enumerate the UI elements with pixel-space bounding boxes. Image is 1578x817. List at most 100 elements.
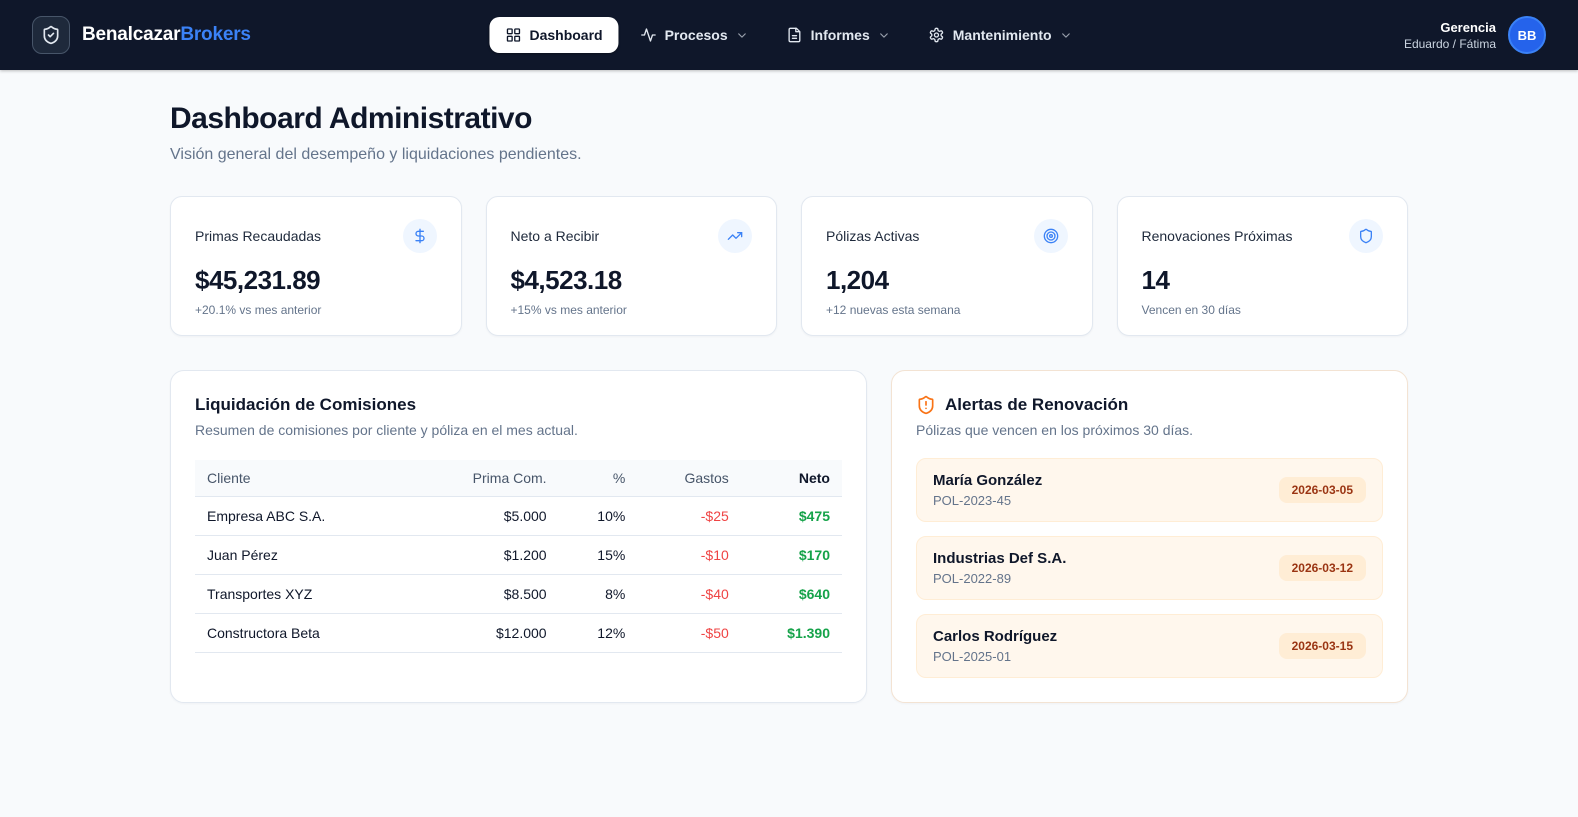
cell-neto: $1.390 <box>741 614 842 653</box>
chevron-down-icon <box>1060 29 1073 42</box>
alert-policy-number: POL-2025-01 <box>933 649 1057 664</box>
alert-client-name: María González <box>933 472 1042 489</box>
stats-row: Primas Recaudadas $45,231.89 +20.1% vs m… <box>170 196 1408 336</box>
stat-card-neto: Neto a Recibir $4,523.18 +15% vs mes ant… <box>486 196 778 336</box>
alert-date-badge: 2026-03-05 <box>1279 477 1366 503</box>
shield-alert-icon <box>916 395 936 415</box>
cell-cliente: Empresa ABC S.A. <box>195 497 410 536</box>
nav-item-mantenimiento[interactable]: Mantenimiento <box>913 17 1089 53</box>
cell-pct: 12% <box>559 614 638 653</box>
stat-label: Pólizas Activas <box>826 228 919 244</box>
user-meta: Gerencia Eduardo / Fátima <box>1404 20 1496 51</box>
col-header-pct: % <box>559 460 638 497</box>
top-navbar: BenalcazarBrokers Dashboard Procesos <box>0 0 1578 70</box>
col-header-neto: Neto <box>741 460 842 497</box>
alert-policy-number: POL-2022-89 <box>933 571 1066 586</box>
brand-name: BenalcazarBrokers <box>82 24 251 46</box>
nav-label-mantenimiento: Mantenimiento <box>953 27 1052 43</box>
main-nav: Dashboard Procesos Informes <box>489 17 1088 53</box>
stat-note: +20.1% vs mes anterior <box>195 303 437 317</box>
stat-value: 1,204 <box>826 265 1068 296</box>
table-row: Juan Pérez $1.200 15% -$10 $170 <box>195 536 842 575</box>
alert-date-badge: 2026-03-12 <box>1279 555 1366 581</box>
chevron-down-icon <box>878 29 891 42</box>
shield-check-icon <box>41 25 61 45</box>
user-area: Gerencia Eduardo / Fátima BB <box>1404 16 1546 54</box>
main-content: Dashboard Administrativo Visión general … <box>170 70 1408 703</box>
alerts-subtitle: Pólizas que vencen en los próximos 30 dí… <box>916 422 1383 438</box>
stat-card-primas: Primas Recaudadas $45,231.89 +20.1% vs m… <box>170 196 462 336</box>
trending-up-icon <box>718 219 752 253</box>
page-title: Dashboard Administrativo <box>170 102 1408 136</box>
cell-gastos: -$25 <box>637 497 740 536</box>
table-row: Empresa ABC S.A. $5.000 10% -$25 $475 <box>195 497 842 536</box>
cell-neto: $170 <box>741 536 842 575</box>
cell-cliente: Constructora Beta <box>195 614 410 653</box>
brand[interactable]: BenalcazarBrokers <box>32 16 251 54</box>
alert-date-badge: 2026-03-15 <box>1279 633 1366 659</box>
nav-label-procesos: Procesos <box>665 27 728 43</box>
table-row: Transportes XYZ $8.500 8% -$40 $640 <box>195 575 842 614</box>
page-subtitle: Visión general del desempeño y liquidaci… <box>170 146 1408 164</box>
stat-card-polizas: Pólizas Activas 1,204 +12 nuevas esta se… <box>801 196 1093 336</box>
commissions-table: Cliente Prima Com. % Gastos Neto Empresa… <box>195 460 842 653</box>
cell-prima: $1.200 <box>410 536 558 575</box>
cell-neto: $475 <box>741 497 842 536</box>
cell-gastos: -$40 <box>637 575 740 614</box>
target-icon <box>1034 219 1068 253</box>
stat-value: 14 <box>1142 265 1384 296</box>
commissions-title: Liquidación de Comisiones <box>195 395 842 415</box>
brand-name-secondary: Brokers <box>180 24 250 45</box>
stat-label: Renovaciones Próximas <box>1142 228 1293 244</box>
cell-cliente: Transportes XYZ <box>195 575 410 614</box>
col-header-prima: Prima Com. <box>410 460 558 497</box>
file-text-icon <box>787 27 803 43</box>
commissions-card: Liquidación de Comisiones Resumen de com… <box>170 370 867 703</box>
alert-item: Carlos Rodríguez POL-2025-01 2026-03-15 <box>916 614 1383 678</box>
activity-icon <box>641 27 657 43</box>
stat-label: Neto a Recibir <box>511 228 600 244</box>
nav-item-procesos[interactable]: Procesos <box>625 17 765 53</box>
shield-icon <box>1349 219 1383 253</box>
user-names: Eduardo / Fátima <box>1404 37 1496 51</box>
stat-note: +12 nuevas esta semana <box>826 303 1068 317</box>
cell-prima: $12.000 <box>410 614 558 653</box>
cell-pct: 10% <box>559 497 638 536</box>
cell-neto: $640 <box>741 575 842 614</box>
cell-pct: 15% <box>559 536 638 575</box>
alert-policy-number: POL-2023-45 <box>933 493 1042 508</box>
brand-name-primary: Benalcazar <box>82 24 180 45</box>
cell-pct: 8% <box>559 575 638 614</box>
cell-prima: $8.500 <box>410 575 558 614</box>
stat-value: $4,523.18 <box>511 265 753 296</box>
avatar[interactable]: BB <box>1508 16 1546 54</box>
grid-icon <box>505 27 521 43</box>
gear-icon <box>929 27 945 43</box>
user-role: Gerencia <box>1404 20 1496 35</box>
chevron-down-icon <box>736 29 749 42</box>
table-row: Constructora Beta $12.000 12% -$50 $1.39… <box>195 614 842 653</box>
stat-note: +15% vs mes anterior <box>511 303 753 317</box>
brand-logo[interactable] <box>32 16 70 54</box>
stat-label: Primas Recaudadas <box>195 228 321 244</box>
commissions-subtitle: Resumen de comisiones por cliente y póli… <box>195 422 842 438</box>
table-header-row: Cliente Prima Com. % Gastos Neto <box>195 460 842 497</box>
alert-client-name: Industrias Def S.A. <box>933 550 1066 567</box>
alert-list: María González POL-2023-45 2026-03-05 In… <box>916 458 1383 678</box>
alert-item: María González POL-2023-45 2026-03-05 <box>916 458 1383 522</box>
alert-client-name: Carlos Rodríguez <box>933 628 1057 645</box>
cell-cliente: Juan Pérez <box>195 536 410 575</box>
nav-label-informes: Informes <box>811 27 870 43</box>
col-header-gastos: Gastos <box>637 460 740 497</box>
nav-label-dashboard: Dashboard <box>529 27 602 43</box>
alerts-title: Alertas de Renovación <box>945 395 1128 415</box>
nav-item-informes[interactable]: Informes <box>771 17 907 53</box>
alert-item: Industrias Def S.A. POL-2022-89 2026-03-… <box>916 536 1383 600</box>
nav-item-dashboard[interactable]: Dashboard <box>489 17 618 53</box>
col-header-cliente: Cliente <box>195 460 410 497</box>
stat-value: $45,231.89 <box>195 265 437 296</box>
stat-note: Vencen en 30 días <box>1142 303 1384 317</box>
dollar-icon <box>403 219 437 253</box>
cell-gastos: -$50 <box>637 614 740 653</box>
stat-card-renovaciones: Renovaciones Próximas 14 Vencen en 30 dí… <box>1117 196 1409 336</box>
